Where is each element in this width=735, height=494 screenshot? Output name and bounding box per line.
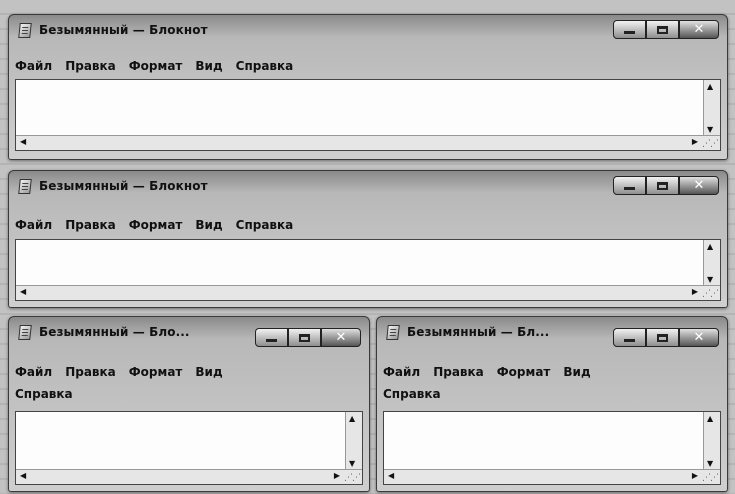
menu-help[interactable]: Справка bbox=[383, 387, 708, 401]
menu-file[interactable]: Файл bbox=[15, 59, 52, 73]
maximize-button[interactable] bbox=[646, 176, 679, 195]
notepad-window-4[interactable]: Безымянный — Бл... ✕ Файл Правка Формат Вид… bbox=[376, 316, 728, 492]
resize-grip-icon[interactable]: ⋰⋰ bbox=[702, 289, 719, 299]
text-area[interactable]: ▲ ▼ ◀ ▶ ⋰⋰ bbox=[383, 411, 721, 485]
maximize-icon bbox=[657, 25, 668, 34]
minimize-icon bbox=[266, 339, 277, 342]
menu-bar: Файл Правка Формат Вид Справка bbox=[15, 59, 721, 73]
arrow-down-icon[interactable]: ▼ bbox=[707, 459, 713, 468]
menu-view[interactable]: Вид bbox=[563, 365, 590, 379]
menu-file[interactable]: Файл bbox=[15, 365, 52, 379]
minimize-button[interactable] bbox=[613, 176, 646, 195]
menu-bar: Файл Правка Формат Вид Справка bbox=[383, 365, 721, 401]
close-button[interactable]: ✕ bbox=[679, 20, 719, 39]
close-icon: ✕ bbox=[693, 330, 705, 345]
resize-grip-icon[interactable]: ⋰⋰ bbox=[702, 139, 719, 149]
notepad-window-2[interactable]: Безымянный — Блокнот ✕ Файл Правка Формат В… bbox=[8, 170, 728, 308]
window-title: Безымянный — Бло... bbox=[39, 325, 190, 339]
horizontal-scrollbar[interactable]: ◀ ▶ ⋰⋰ bbox=[16, 285, 720, 300]
minimize-button[interactable] bbox=[613, 328, 646, 347]
notepad-icon bbox=[18, 325, 32, 340]
close-icon: ✕ bbox=[693, 22, 705, 37]
arrow-down-icon[interactable]: ▼ bbox=[349, 459, 355, 468]
menu-edit[interactable]: Правка bbox=[65, 365, 116, 379]
menu-format[interactable]: Формат bbox=[497, 365, 551, 379]
arrow-down-icon[interactable]: ▼ bbox=[707, 275, 713, 284]
menu-edit[interactable]: Правка bbox=[65, 218, 116, 232]
close-button[interactable]: ✕ bbox=[679, 176, 719, 195]
window-title: Безымянный — Бл... bbox=[407, 325, 550, 339]
notepad-icon bbox=[18, 23, 32, 38]
window-title: Безымянный — Блокнот bbox=[39, 23, 208, 37]
resize-grip-icon[interactable]: ⋰⋰ bbox=[702, 473, 719, 483]
menu-bar: Файл Правка Формат Вид Справка bbox=[15, 218, 721, 232]
title-bar[interactable]: Безымянный — Блокнот ✕ bbox=[9, 15, 727, 45]
notepad-icon bbox=[18, 179, 32, 194]
menu-view[interactable]: Вид bbox=[195, 59, 222, 73]
arrow-up-icon[interactable]: ▲ bbox=[707, 414, 713, 423]
vertical-scrollbar[interactable]: ▲ ▼ bbox=[703, 240, 720, 286]
menu-help[interactable]: Справка bbox=[236, 218, 294, 232]
arrow-down-icon[interactable]: ▼ bbox=[707, 125, 713, 134]
horizontal-scrollbar[interactable]: ◀ ▶ ⋰⋰ bbox=[384, 469, 720, 484]
minimize-icon bbox=[624, 187, 635, 190]
notepad-icon bbox=[386, 325, 400, 340]
arrow-right-icon[interactable]: ▶ bbox=[692, 287, 698, 296]
window-title: Безымянный — Блокнот bbox=[39, 179, 208, 193]
maximize-icon bbox=[657, 181, 668, 190]
close-icon: ✕ bbox=[335, 330, 347, 345]
title-bar[interactable]: Безымянный — Блокнот ✕ bbox=[9, 171, 727, 201]
horizontal-scrollbar[interactable]: ◀ ▶ ⋰⋰ bbox=[16, 469, 362, 484]
arrow-up-icon[interactable]: ▲ bbox=[707, 82, 713, 91]
menu-format[interactable]: Формат bbox=[129, 365, 183, 379]
close-button[interactable]: ✕ bbox=[321, 328, 361, 347]
arrow-right-icon[interactable]: ▶ bbox=[692, 471, 698, 480]
menu-help[interactable]: Справка bbox=[236, 59, 294, 73]
maximize-button[interactable] bbox=[288, 328, 321, 347]
menu-help[interactable]: Справка bbox=[15, 387, 350, 401]
notepad-window-1[interactable]: Безымянный — Блокнот ✕ Файл Правка Формат В… bbox=[8, 14, 728, 160]
text-area[interactable]: ▲ ▼ ◀ ▶ ⋰⋰ bbox=[15, 411, 363, 485]
arrow-right-icon[interactable]: ▶ bbox=[334, 471, 340, 480]
menu-file[interactable]: Файл bbox=[15, 218, 52, 232]
menu-file[interactable]: Файл bbox=[383, 365, 420, 379]
vertical-scrollbar[interactable]: ▲ ▼ bbox=[703, 80, 720, 136]
menu-format[interactable]: Формат bbox=[129, 59, 183, 73]
menu-bar: Файл Правка Формат Вид Справка bbox=[15, 365, 363, 401]
menu-edit[interactable]: Правка bbox=[65, 59, 116, 73]
notepad-window-3[interactable]: Безымянный — Бло... ✕ Файл Правка Формат Ви… bbox=[8, 316, 370, 492]
arrow-up-icon[interactable]: ▲ bbox=[707, 242, 713, 251]
menu-format[interactable]: Формат bbox=[129, 218, 183, 232]
menu-edit[interactable]: Правка bbox=[433, 365, 484, 379]
arrow-up-icon[interactable]: ▲ bbox=[349, 414, 355, 423]
text-area[interactable]: ▲ ▼ ◀ ▶ ⋰⋰ bbox=[15, 79, 721, 151]
close-icon: ✕ bbox=[693, 178, 705, 193]
vertical-scrollbar[interactable]: ▲ ▼ bbox=[703, 412, 720, 470]
resize-grip-icon[interactable]: ⋰⋰ bbox=[344, 473, 361, 483]
minimize-button[interactable] bbox=[255, 328, 288, 347]
arrow-left-icon[interactable]: ◀ bbox=[20, 471, 26, 480]
menu-view[interactable]: Вид bbox=[195, 218, 222, 232]
arrow-left-icon[interactable]: ◀ bbox=[20, 287, 26, 296]
maximize-icon bbox=[299, 333, 310, 342]
horizontal-scrollbar[interactable]: ◀ ▶ ⋰⋰ bbox=[16, 135, 720, 150]
menu-view[interactable]: Вид bbox=[195, 365, 222, 379]
vertical-scrollbar[interactable]: ▲ ▼ bbox=[345, 412, 362, 470]
arrow-left-icon[interactable]: ◀ bbox=[20, 137, 26, 146]
minimize-icon bbox=[624, 339, 635, 342]
text-area[interactable]: ▲ ▼ ◀ ▶ ⋰⋰ bbox=[15, 239, 721, 301]
minimize-icon bbox=[624, 31, 635, 34]
arrow-left-icon[interactable]: ◀ bbox=[388, 471, 394, 480]
title-bar[interactable]: Безымянный — Бло... ✕ bbox=[9, 317, 369, 347]
maximize-button[interactable] bbox=[646, 20, 679, 39]
maximize-icon bbox=[657, 333, 668, 342]
maximize-button[interactable] bbox=[646, 328, 679, 347]
minimize-button[interactable] bbox=[613, 20, 646, 39]
arrow-right-icon[interactable]: ▶ bbox=[692, 137, 698, 146]
close-button[interactable]: ✕ bbox=[679, 328, 719, 347]
title-bar[interactable]: Безымянный — Бл... ✕ bbox=[377, 317, 727, 347]
